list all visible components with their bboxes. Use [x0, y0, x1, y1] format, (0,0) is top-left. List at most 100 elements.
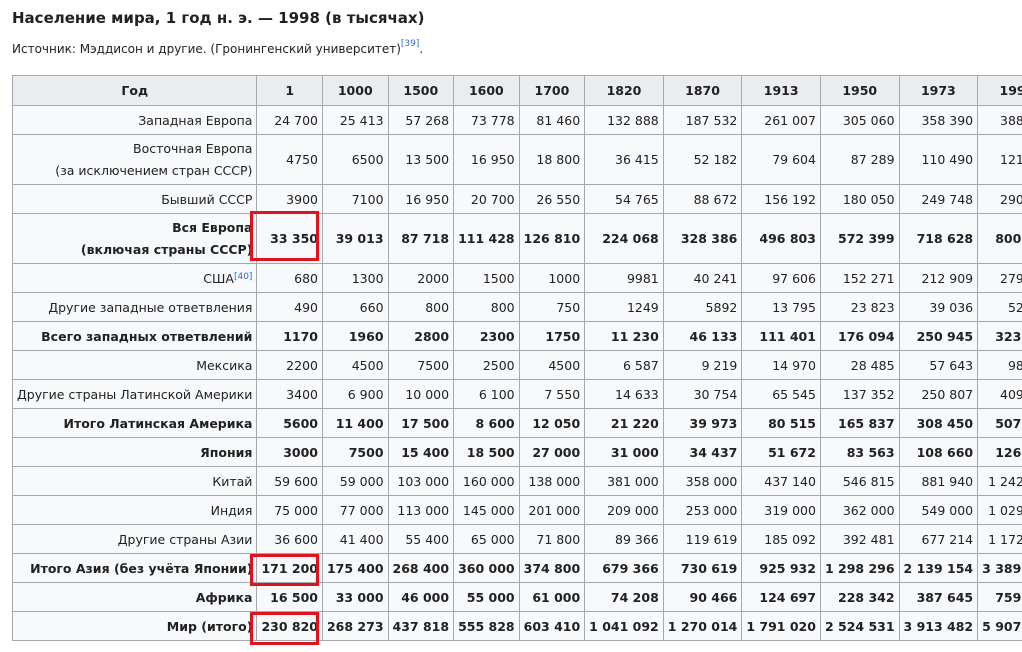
- table-cell: 59 000: [321, 466, 389, 496]
- table-cell: 679 366: [584, 553, 664, 583]
- column-header: Год: [11, 75, 258, 106]
- table-row: Западная Европа 24 700 25 413 57 268 73 778 8…: [11, 105, 1022, 135]
- table-cell: 46 000: [387, 582, 455, 612]
- table-cell: 374 800: [518, 553, 586, 583]
- highlight-box-world-1: [250, 612, 319, 645]
- table-cell: 358 000: [662, 466, 743, 496]
- table-cell: 71 800: [518, 524, 586, 554]
- table-cell: 39 036: [898, 292, 979, 322]
- table-cell: 2 524 531: [819, 611, 900, 641]
- table-row: Япония 3000 7500 15 400 18 500 27 000 31 000 34…: [11, 437, 1022, 467]
- population-table: Год 1 1000 1500 1600 1700 1820 1870 1913…: [11, 75, 1022, 641]
- row-label: Вся Европа (включая страны СССР): [11, 213, 258, 264]
- table-cell: 253 000: [662, 495, 743, 525]
- column-header: 1998: [977, 75, 1022, 106]
- table-cell: 51 672: [741, 437, 821, 467]
- table-cell: 176 094: [819, 321, 900, 351]
- table-cell: 1 172 243: [977, 524, 1022, 554]
- table-cell: 23 823: [819, 292, 900, 322]
- table-cell: 1300: [321, 263, 389, 293]
- row-label: Восточная Европа (за исключением стран СС…: [11, 134, 258, 185]
- column-header: 1913: [741, 75, 821, 106]
- table-cell: 1960: [321, 321, 389, 351]
- table-cell: 7 550: [518, 379, 586, 409]
- table-cell: 224 068: [584, 213, 664, 264]
- table-cell: 437 140: [741, 466, 821, 496]
- column-header: 1870: [662, 75, 743, 106]
- row-label-text: Западная Европа: [138, 112, 253, 128]
- table-row: США[40] 680 1300 2000 1500 1000 9981 40 241 97 6…: [11, 263, 1022, 293]
- table-cell: 16 500: [256, 582, 323, 612]
- row-label-text: Бывший СССР: [161, 191, 253, 207]
- row-label: Япония: [11, 437, 258, 467]
- table-cell: 65 000: [453, 524, 520, 554]
- table-cell: 87 289: [819, 134, 900, 185]
- table-cell: 680: [256, 263, 323, 293]
- table-cell: 718 628: [898, 213, 979, 264]
- table-cell: 90 466: [662, 582, 743, 612]
- row-label: Индия: [11, 495, 258, 525]
- table-cell: 507 623: [977, 408, 1022, 438]
- row-label-text: Итого Азия (без учёта Японии): [30, 560, 253, 576]
- table-cell: 79 604: [741, 134, 821, 185]
- table-cell: 13 795: [741, 292, 821, 322]
- table-cell: 881 940: [898, 466, 979, 496]
- table-cell: 74 208: [584, 582, 664, 612]
- table-cell: 73 778: [453, 105, 520, 135]
- table-cell: 61 000: [518, 582, 586, 612]
- table-cell: 10 000: [387, 379, 455, 409]
- table-row: Восточная Европа (за исключением стран СС…: [11, 134, 1022, 185]
- row-label: Всего западных ответвлений: [11, 321, 258, 351]
- source-reference-link[interactable]: [39]: [401, 39, 419, 49]
- table-cell: 40 241: [662, 263, 743, 293]
- table-cell: 41 400: [321, 524, 389, 554]
- table-cell: 2000: [387, 263, 455, 293]
- table-cell: 97 606: [741, 263, 821, 293]
- table-cell: 25 413: [321, 105, 389, 135]
- table-cell: 925 932: [741, 553, 821, 583]
- row-label-line: (за исключением стран СССР): [55, 162, 253, 178]
- table-cell: 28 485: [819, 350, 900, 380]
- table-cell: 14 970: [741, 350, 821, 380]
- table-cell: 65 545: [741, 379, 821, 409]
- table-cell: 21 220: [584, 408, 664, 438]
- table-cell: 11 230: [584, 321, 664, 351]
- page: Население мира, 1 год н. э. — 1998 (в ты…: [0, 0, 1022, 652]
- row-label: Другие страны Латинской Америки: [11, 379, 258, 409]
- table-cell: 57 643: [898, 350, 979, 380]
- table-cell: 209 000: [584, 495, 664, 525]
- column-header: 1600: [453, 75, 520, 106]
- table-cell: 80 515: [741, 408, 821, 438]
- table-cell: 572 399: [819, 213, 900, 264]
- table-cell: 138 000: [518, 466, 586, 496]
- table-cell: 603 410: [518, 611, 586, 641]
- column-header: 1: [256, 75, 323, 106]
- table-cell: 759 954: [977, 582, 1022, 612]
- table-cell: 110 490: [898, 134, 979, 185]
- table-cell: 1000: [518, 263, 586, 293]
- table-cell: 156 192: [741, 184, 821, 214]
- table-cell: 88 672: [662, 184, 743, 214]
- table-cell: 111 401: [741, 321, 821, 351]
- table-cell: 87 718: [387, 213, 455, 264]
- row-label: Западная Европа: [11, 105, 258, 135]
- table-cell: 17 500: [387, 408, 455, 438]
- table-cell: 34 437: [662, 437, 743, 467]
- table-cell: 103 000: [387, 466, 455, 496]
- table-cell: 160 000: [453, 466, 520, 496]
- table-cell: 5600: [256, 408, 323, 438]
- row-label-text: Мир (итого): [166, 618, 253, 634]
- reference-link[interactable]: [40]: [234, 272, 252, 282]
- table-cell: 108 660: [898, 437, 979, 467]
- table-cell: 496 803: [741, 213, 821, 264]
- table-cell: 6500: [321, 134, 389, 185]
- table-cell: 4500: [321, 350, 389, 380]
- row-label-line: Вся Европа: [172, 219, 253, 235]
- table-cell: 59 600: [256, 466, 323, 496]
- table-cell: 175 400: [321, 553, 389, 583]
- row-label: Другие западные ответвления: [11, 292, 258, 322]
- table-row: Итого Латинская Америка 5600 11 400 17 500 8…: [11, 408, 1022, 438]
- table-cell: 1 041 092: [584, 611, 664, 641]
- table-row: Китай 59 600 59 000 103 000 160 000 138 000 38…: [11, 466, 1022, 496]
- table-cell: 308 450: [898, 408, 979, 438]
